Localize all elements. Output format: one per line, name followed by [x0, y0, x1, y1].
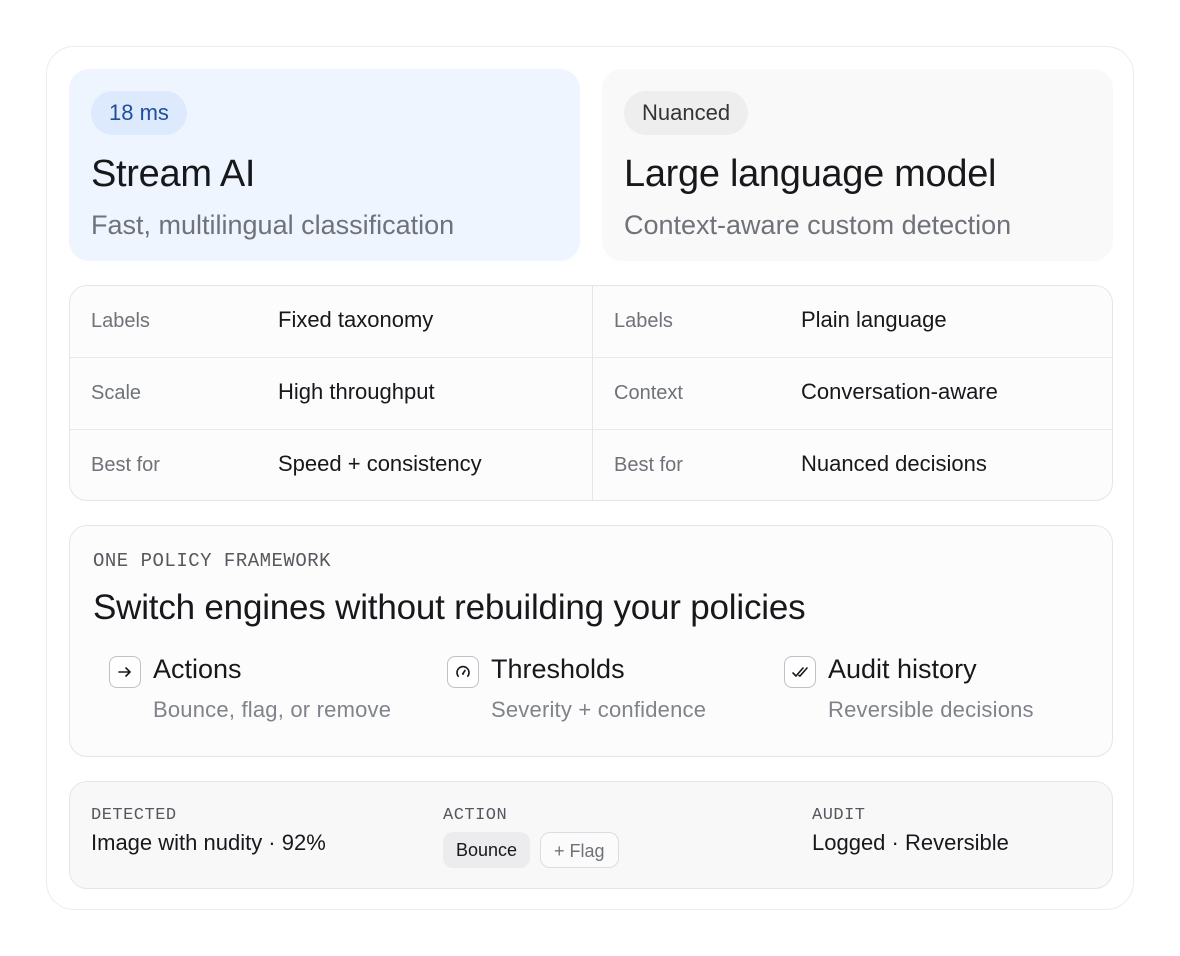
table-row: Labels Fixed taxonomy	[70, 286, 592, 358]
table-row: Labels Plain language	[593, 286, 1112, 358]
row-value: Plain language	[801, 307, 947, 332]
row-key: Best for	[614, 454, 683, 476]
row-value: Fixed taxonomy	[278, 307, 434, 332]
stream-ai-title: Stream AI	[91, 153, 256, 195]
audit-label: AUDIT	[812, 806, 866, 825]
policy-heading: Switch engines without rebuilding your p…	[93, 588, 806, 627]
feature-title: Thresholds	[491, 654, 625, 684]
table-row: Best for Nuanced decisions	[593, 430, 1112, 500]
row-value: Conversation-aware	[801, 379, 998, 404]
flag-chip[interactable]: + Flag	[540, 832, 619, 868]
gauge-icon	[447, 656, 479, 688]
audit-value: Logged · Reversible	[812, 830, 1009, 855]
detected-value: Image with nudity · 92%	[91, 830, 326, 855]
nuanced-badge: Nuanced	[624, 91, 749, 135]
detection-status-strip: DETECTED Image with nudity · 92% ACTION …	[69, 781, 1113, 889]
feature-title: Actions	[153, 654, 242, 684]
stream-ai-column: Labels Fixed taxonomy Scale High through…	[70, 286, 592, 500]
table-row: Scale High throughput	[70, 358, 592, 430]
latency-badge: 18 ms	[91, 91, 187, 135]
arrow-right-icon	[109, 656, 141, 688]
table-row: Context Conversation-aware	[593, 358, 1112, 430]
llm-title: Large language model	[624, 153, 997, 195]
llm-card[interactable]: Nuanced Large language model Context-awa…	[602, 69, 1113, 261]
detected-label: DETECTED	[91, 806, 177, 825]
policy-eyebrow: ONE POLICY FRAMEWORK	[93, 550, 332, 572]
row-key: Scale	[91, 382, 142, 404]
bounce-chip[interactable]: Bounce	[443, 832, 531, 868]
llm-column: Labels Plain language Context Conversati…	[592, 286, 1112, 500]
policy-framework-section: ONE POLICY FRAMEWORK Switch engines with…	[69, 525, 1113, 757]
llm-subtitle: Context-aware custom detection	[624, 210, 1012, 240]
feature-desc: Severity + confidence	[491, 697, 707, 722]
feature-desc: Bounce, flag, or remove	[153, 697, 392, 722]
row-value: High throughput	[278, 379, 435, 404]
stream-ai-card[interactable]: 18 ms Stream AI Fast, multilingual class…	[69, 69, 580, 261]
feature-title: Audit history	[828, 654, 977, 684]
row-value: Nuanced decisions	[801, 451, 987, 476]
feature-desc: Reversible decisions	[828, 697, 1034, 722]
double-check-icon	[784, 656, 816, 688]
table-row: Best for Speed + consistency	[70, 430, 592, 500]
row-key: Labels	[614, 310, 673, 332]
action-label: ACTION	[443, 806, 508, 825]
comparison-table: Labels Fixed taxonomy Scale High through…	[69, 285, 1113, 501]
row-key: Labels	[91, 310, 150, 332]
feature-actions: Actions Bounce, flag, or remove	[92, 642, 412, 732]
row-key: Best for	[91, 454, 160, 476]
feature-audit-history: Audit history Reversible decisions	[767, 642, 1087, 732]
stream-ai-subtitle: Fast, multilingual classification	[91, 210, 455, 240]
row-key: Context	[614, 382, 683, 404]
row-value: Speed + consistency	[278, 451, 482, 476]
feature-thresholds: Thresholds Severity + confidence	[430, 642, 750, 732]
engine-comparison-panel: 18 ms Stream AI Fast, multilingual class…	[46, 46, 1134, 910]
